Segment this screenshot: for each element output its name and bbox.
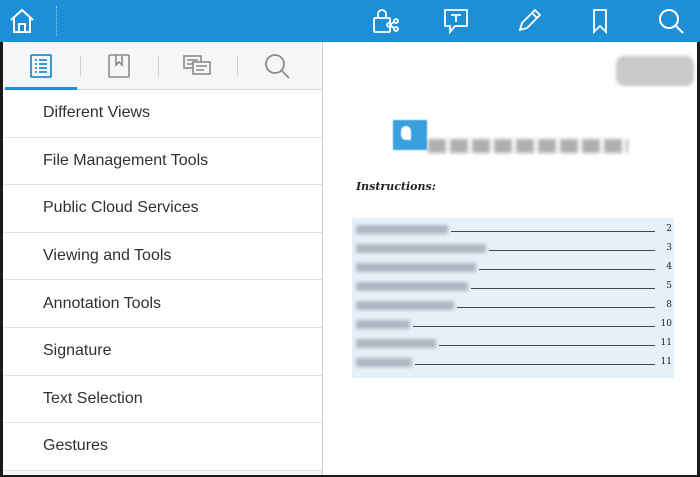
- share-lock-icon: [373, 9, 399, 33]
- toc-page-number: 5: [666, 281, 672, 291]
- outline-item-label: Annotation Tools: [43, 294, 162, 312]
- typewriter-icon: [444, 9, 468, 35]
- home-icon: [10, 8, 34, 33]
- outline-item-public-cloud-services[interactable]: Public Cloud Services: [3, 185, 322, 233]
- outline-item-label: File Management Tools: [43, 151, 209, 169]
- outline-item-label: Different Views: [43, 104, 151, 122]
- outline-item-label: Public Cloud Services: [43, 199, 199, 217]
- document-title-blurred: [428, 139, 628, 153]
- sidebar: Different Views File Management Tools Pu…: [3, 42, 323, 475]
- toolbar-divider: [56, 6, 57, 36]
- toc-line[interactable]: 10: [356, 317, 672, 331]
- outline-list: Different Views File Management Tools Pu…: [3, 90, 322, 471]
- list-icon: [30, 54, 52, 78]
- home-button[interactable]: [4, 3, 40, 39]
- share-button[interactable]: [367, 3, 403, 39]
- outline-item-file-management-tools[interactable]: File Management Tools: [3, 137, 322, 186]
- sidebar-tabs: [3, 42, 322, 90]
- search-button[interactable]: [653, 3, 689, 39]
- toc-line[interactable]: 5: [356, 279, 672, 293]
- outline-item-label: Signature: [43, 342, 112, 360]
- comments-icon: [183, 55, 211, 75]
- toc-page-number: 3: [666, 243, 672, 253]
- toc-line[interactable]: 2: [356, 222, 672, 236]
- page-indicator: [616, 56, 694, 86]
- toc-page-number: 4: [666, 262, 672, 272]
- outline-item-viewing-and-tools[interactable]: Viewing and Tools: [3, 232, 322, 281]
- bookmark-icon: [593, 9, 607, 35]
- toc-page-number: 11: [660, 357, 672, 367]
- toc-line[interactable]: 11: [356, 336, 672, 350]
- toc-line[interactable]: 8: [356, 298, 672, 312]
- outline-item-gestures[interactable]: Gestures: [3, 423, 322, 471]
- bookmark-page-icon: [108, 54, 130, 78]
- outline-item-annotation-tools[interactable]: Annotation Tools: [3, 280, 322, 328]
- outline-item-label: Gestures: [43, 437, 108, 455]
- outline-item-different-views[interactable]: Different Views: [3, 90, 322, 138]
- typewriter-button[interactable]: [438, 3, 474, 39]
- toc-page-number: 10: [660, 319, 672, 329]
- outline-item-text-selection[interactable]: Text Selection: [3, 375, 322, 424]
- document-toc: 2 3 4 5 8 10 11 11: [352, 218, 674, 378]
- search-icon: [265, 54, 290, 79]
- toc-page-number: 2: [666, 224, 672, 234]
- pen-icon: [518, 8, 542, 32]
- top-toolbar: [0, 0, 700, 42]
- tab-search[interactable]: [239, 42, 315, 90]
- outline-item-label: Text Selection: [43, 389, 143, 407]
- tab-contents[interactable]: [3, 42, 79, 90]
- document-logo: [393, 120, 427, 150]
- toc-page-number: 8: [666, 300, 672, 310]
- bookmark-button[interactable]: [582, 3, 618, 39]
- tab-separator: [237, 56, 238, 76]
- toc-line[interactable]: 4: [356, 260, 672, 274]
- toc-line[interactable]: 3: [356, 241, 672, 255]
- toc-line[interactable]: 11: [356, 355, 672, 369]
- tab-bookmarks[interactable]: [81, 42, 157, 90]
- search-icon: [659, 9, 684, 34]
- toc-page-number: 11: [660, 338, 672, 348]
- instructions-heading: Instructions:: [356, 180, 436, 193]
- outline-item-label: Viewing and Tools: [43, 247, 172, 265]
- pen-button[interactable]: [511, 3, 547, 39]
- outline-item-signature[interactable]: Signature: [3, 327, 322, 376]
- document-view[interactable]: Instructions: 2 3 4 5 8 10 11 11: [324, 42, 697, 475]
- tab-annotations[interactable]: [159, 42, 235, 90]
